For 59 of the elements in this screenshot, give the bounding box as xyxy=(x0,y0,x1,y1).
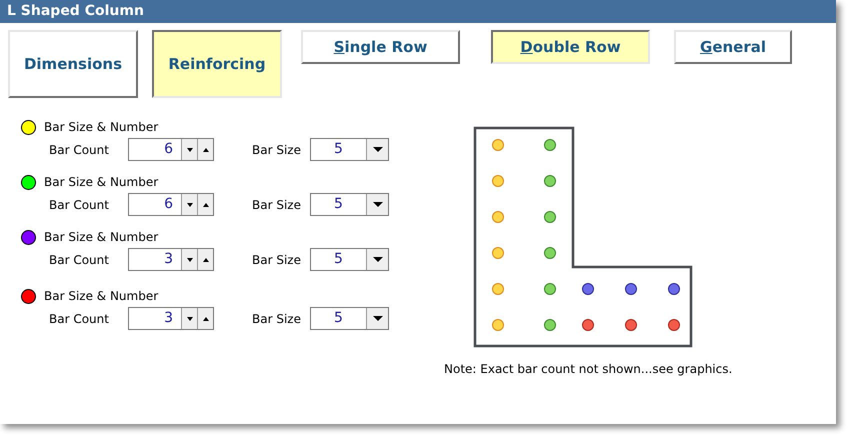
increment-button[interactable] xyxy=(197,249,213,270)
bar-count-spinner[interactable]: 3 xyxy=(128,248,214,271)
decrement-button[interactable] xyxy=(181,139,197,160)
bar-count-spinner[interactable]: 3 xyxy=(128,307,214,330)
window-title: L Shaped Column xyxy=(7,2,144,21)
field-label: Bar Size xyxy=(252,252,302,268)
group-title: Bar Size & Number xyxy=(44,119,158,136)
dropdown-value: 5 xyxy=(333,195,344,214)
up-arrow-icon xyxy=(202,202,208,206)
group-title: Bar Size & Number xyxy=(44,174,158,191)
bar-count-spinner[interactable]: 6 xyxy=(128,138,214,161)
down-arrow-icon xyxy=(186,258,192,262)
dropdown-button[interactable] xyxy=(366,194,388,215)
spinner-value: 6 xyxy=(163,140,174,159)
caret-icon xyxy=(372,202,382,207)
field-label: Bar Count xyxy=(49,310,110,328)
bar-count-spinner[interactable]: 6 xyxy=(128,193,214,216)
down-arrow-icon xyxy=(186,148,192,152)
tab[interactable]: General xyxy=(674,30,792,64)
tab[interactable]: Dimensions xyxy=(8,30,138,98)
bar-size-dropdown[interactable]: 5 xyxy=(310,307,389,330)
up-arrow-icon xyxy=(202,258,208,262)
decrement-button[interactable] xyxy=(181,249,197,270)
dropdown-button[interactable] xyxy=(366,139,388,160)
group-title: Bar Size & Number xyxy=(44,229,158,246)
field-label: Bar Size xyxy=(252,142,302,158)
decrement-button[interactable] xyxy=(181,194,197,215)
dropdown-value: 5 xyxy=(333,309,344,328)
dropdown-button[interactable] xyxy=(366,308,388,329)
bar-size-dropdown[interactable]: 5 xyxy=(310,248,389,271)
bar-size-dropdown[interactable]: 5 xyxy=(310,193,389,216)
dropdown-value: 5 xyxy=(333,250,344,269)
tab[interactable]: Reinforcing xyxy=(152,30,282,98)
field-label: Bar Count xyxy=(49,252,110,268)
tab[interactable]: Single Row xyxy=(301,30,460,64)
increment-button[interactable] xyxy=(197,194,213,215)
up-arrow-icon xyxy=(202,316,208,320)
caret-icon xyxy=(372,316,382,321)
spinner-value: 3 xyxy=(163,250,174,269)
down-arrow-icon xyxy=(186,202,192,206)
caret-icon xyxy=(372,257,382,262)
field-label: Bar Size xyxy=(252,310,302,328)
increment-button[interactable] xyxy=(197,308,213,329)
up-arrow-icon xyxy=(202,148,208,152)
note-text: Note: Exact bar count not shown...see graphics. xyxy=(444,361,732,378)
spinner-value: 6 xyxy=(163,195,174,214)
dropdown-value: 5 xyxy=(333,140,344,159)
spinner-value: 3 xyxy=(163,309,174,328)
down-arrow-icon xyxy=(186,316,192,320)
increment-button[interactable] xyxy=(197,139,213,160)
tab[interactable]: Double Row xyxy=(491,30,650,64)
field-label: Bar Count xyxy=(49,142,110,158)
decrement-button[interactable] xyxy=(181,308,197,329)
bar-size-dropdown[interactable]: 5 xyxy=(310,138,389,161)
group-title: Bar Size & Number xyxy=(44,288,158,305)
field-label: Bar Count xyxy=(49,196,110,214)
caret-icon xyxy=(372,147,382,152)
dropdown-button[interactable] xyxy=(366,249,388,270)
field-label: Bar Size xyxy=(252,196,302,214)
